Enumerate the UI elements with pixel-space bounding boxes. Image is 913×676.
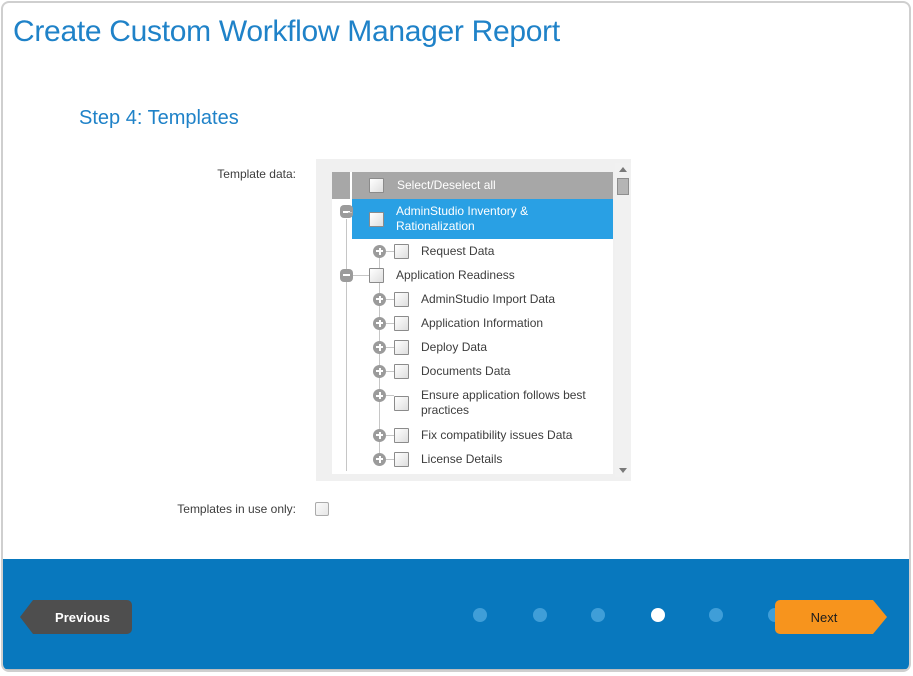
tree-item[interactable]: Application Information [332,311,613,335]
wizard-step-dots [3,608,909,622]
tree-item-label: License Details [421,452,502,467]
tree-connector [386,395,394,396]
expand-icon[interactable] [373,453,386,466]
expand-icon[interactable] [373,341,386,354]
step-dot [651,608,665,622]
step-title: Step 4: Templates [79,107,239,130]
tree-header-gutter [332,172,350,199]
tree-item-label: Application Readiness [396,268,515,283]
tree-scrollbar[interactable] [615,163,631,477]
expand-icon[interactable] [373,317,386,330]
collapse-icon[interactable] [340,269,353,282]
tree-connector [386,251,394,252]
tree-item-label: AdminStudio Inventory & Rationalization [396,204,566,234]
templates-in-use-label: Templates in use only: [63,502,296,516]
tree-connector [386,323,394,324]
expand-icon[interactable] [373,293,386,306]
templates-in-use-checkbox[interactable] [315,502,329,516]
tree-item[interactable]: AdminStudio Import Data [332,287,613,311]
expand-icon[interactable] [373,429,386,442]
tree-item-label: Request Data [421,244,494,259]
next-button-label: Next [811,610,838,625]
expand-icon[interactable] [373,389,386,402]
step-dot [709,608,723,622]
tree-header-row[interactable]: Select/Deselect all [332,172,613,199]
tree-item-label: AdminStudio Import Data [421,292,555,307]
tree-item-label: Ensure application follows best practice… [421,388,611,418]
tree-item-label: Fix compatibility issues Data [421,428,572,443]
tree-connector [386,347,394,348]
expand-icon[interactable] [373,365,386,378]
tree-item-checkbox[interactable] [394,396,409,411]
tree-item-checkbox[interactable] [394,316,409,331]
tree-item-checkbox[interactable] [369,212,384,227]
tree-item[interactable]: License Details [332,447,613,471]
tree-item-checkbox[interactable] [394,364,409,379]
scroll-down-icon[interactable] [619,468,627,473]
step-dot [473,608,487,622]
step-dot [591,608,605,622]
tree-item-label: Application Information [421,316,543,331]
tree-item[interactable]: Documents Data [332,359,613,383]
template-tree: Select/Deselect all AdminStudio Inventor… [332,172,613,474]
scrollbar-thumb[interactable] [617,178,629,195]
tree-item-label: Documents Data [421,364,510,379]
tree-header-bar: Select/Deselect all [352,172,613,199]
tree-item-checkbox[interactable] [369,268,384,283]
expand-icon[interactable] [373,245,386,258]
step-dot [533,608,547,622]
tree-item-label: Deploy Data [421,340,487,355]
tree-item[interactable]: Fix compatibility issues Data [332,423,613,447]
tree-item-checkbox[interactable] [394,452,409,467]
tree-connector [353,275,369,276]
tree-item-checkbox[interactable] [394,292,409,307]
tree-item-checkbox[interactable] [394,340,409,355]
page-title: Create Custom Workflow Manager Report [13,15,560,49]
tree-connector [386,371,394,372]
tree-item[interactable]: Deploy Data [332,335,613,359]
next-button[interactable]: Next [775,600,887,634]
tree-connector [386,299,394,300]
template-data-label: Template data: [63,167,296,181]
tree-item-checkbox[interactable] [394,428,409,443]
tree-item[interactable]: Application Readiness [332,263,613,287]
tree-item-checkbox[interactable] [394,244,409,259]
tree-item[interactable]: Ensure application follows best practice… [332,383,613,423]
tree-connector [386,435,394,436]
page-bottom-shadow [3,669,909,672]
tree-item[interactable]: Request Data [332,239,613,263]
select-all-checkbox[interactable] [369,178,384,193]
wizard-dialog: Create Custom Workflow Manager Report St… [1,1,911,672]
select-all-label: Select/Deselect all [397,178,496,193]
tree-connector [386,459,394,460]
tree-connector [348,212,352,213]
scroll-up-icon[interactable] [619,167,627,172]
template-data-panel: Select/Deselect all AdminStudio Inventor… [316,159,631,481]
tree-item[interactable]: AdminStudio Inventory & Rationalization [332,199,613,239]
